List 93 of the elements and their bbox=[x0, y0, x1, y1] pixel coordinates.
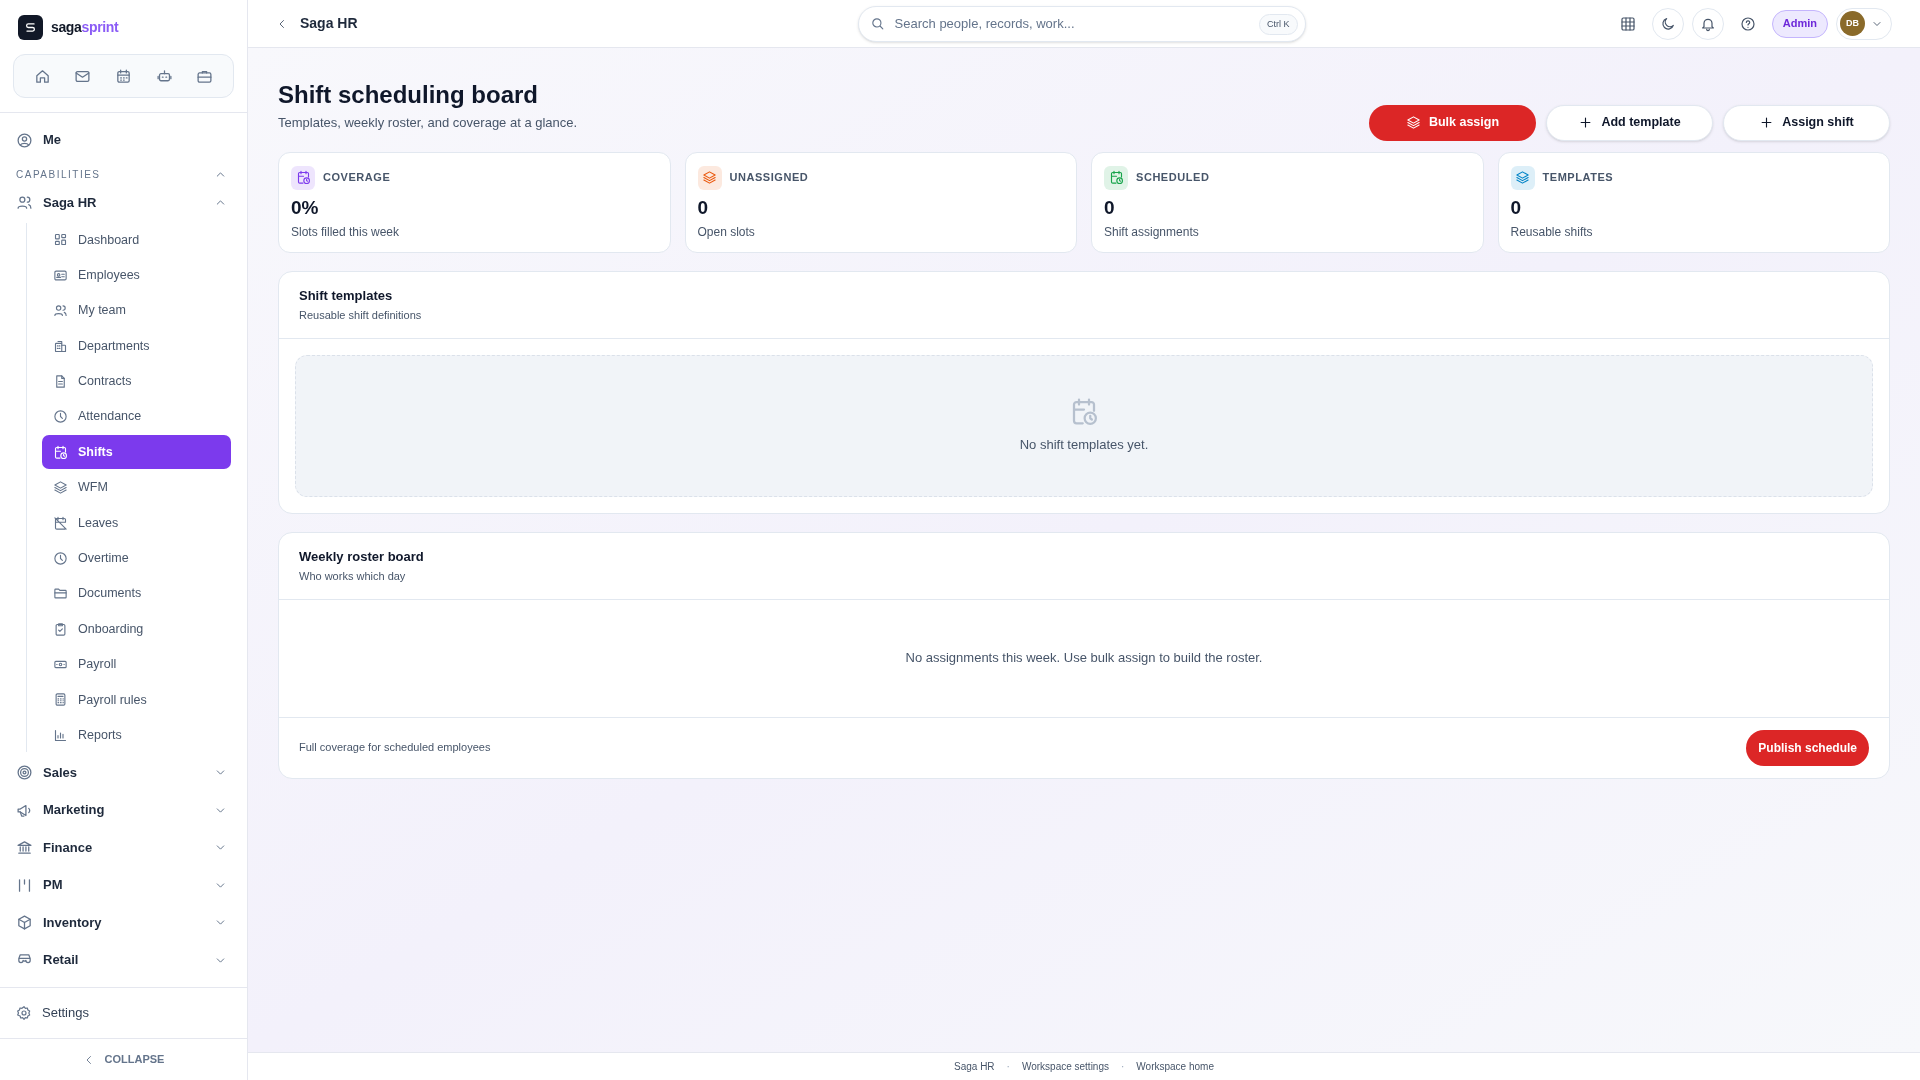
footer-link[interactable]: Workspace home bbox=[1136, 1059, 1214, 1074]
calendar-clock-icon bbox=[295, 170, 311, 185]
nav-group[interactable]: Sales bbox=[16, 753, 231, 792]
nav-item[interactable]: Onboarding bbox=[42, 612, 231, 647]
nav-item[interactable]: Attendance bbox=[42, 399, 231, 434]
stat-caption: Open slots bbox=[697, 223, 756, 241]
document-icon bbox=[53, 373, 68, 389]
nav-item[interactable]: Dashboard bbox=[42, 222, 231, 257]
home-icon bbox=[33, 67, 51, 85]
help-icon bbox=[1739, 15, 1756, 32]
footer-link[interactable]: Workspace settings bbox=[1021, 1059, 1109, 1074]
collapse-button[interactable]: COLLAPSE bbox=[0, 1038, 247, 1080]
action-button[interactable]: Bulk assign bbox=[1369, 104, 1536, 141]
card-subtitle: Reusable shift definitions bbox=[299, 308, 423, 323]
settings-icon bbox=[16, 1005, 32, 1021]
settings-link[interactable]: Settings bbox=[0, 988, 247, 1038]
breadcrumb-title: Saga HR bbox=[300, 14, 358, 33]
stat-value: 0 bbox=[1104, 195, 1116, 220]
plus-icon bbox=[1759, 115, 1775, 130]
nav-group[interactable]: Retail bbox=[16, 941, 231, 979]
empty-message: No assignments this week. Use bulk assign to build the roster. bbox=[905, 649, 1263, 668]
users-icon bbox=[16, 194, 33, 212]
id-card-icon bbox=[53, 267, 68, 283]
nav-item[interactable]: WFM bbox=[42, 470, 231, 505]
page-subtitle: Templates, weekly roster, and coverage at a glance. bbox=[278, 114, 578, 132]
nav-item[interactable]: Documents bbox=[42, 576, 231, 611]
clipboard-icon bbox=[53, 621, 68, 637]
building-icon bbox=[53, 338, 68, 354]
nav-group[interactable]: Marketing bbox=[16, 791, 231, 829]
card-title: Weekly roster board bbox=[299, 547, 425, 566]
action-button[interactable]: Assign shift bbox=[1723, 104, 1890, 141]
section-toggle[interactable]: CAPABILITIES bbox=[16, 164, 231, 184]
nav-item[interactable]: Overtime bbox=[42, 541, 231, 576]
nav-item[interactable]: Employees bbox=[42, 258, 231, 293]
publish-button[interactable]: Publish schedule bbox=[1746, 729, 1869, 766]
empty-message: No shift templates yet. bbox=[1019, 435, 1149, 454]
clock-icon bbox=[53, 409, 68, 425]
bank-icon bbox=[16, 839, 33, 856]
calculator-icon bbox=[53, 692, 68, 708]
nav-group[interactable]: Inventory bbox=[16, 903, 231, 942]
nav-item[interactable]: Leaves bbox=[42, 506, 231, 540]
stat-value: 0 bbox=[697, 195, 710, 220]
page-title: Shift scheduling board bbox=[278, 80, 539, 110]
nav-item[interactable]: Contracts bbox=[42, 364, 231, 399]
stat-label: UNASSIGNED bbox=[729, 170, 809, 186]
brand-name: sagasprint bbox=[51, 17, 119, 37]
nav-item[interactable]: My team bbox=[42, 293, 231, 328]
stat-label: SCHEDULED bbox=[1136, 170, 1210, 186]
calendar-clock-icon bbox=[1108, 170, 1124, 185]
calendar-clock-icon bbox=[53, 444, 68, 460]
moon-icon bbox=[1659, 15, 1676, 32]
nav-group[interactable]: Saga HR bbox=[16, 184, 231, 222]
clock-icon bbox=[53, 550, 68, 566]
stat-value: 0 bbox=[1510, 195, 1523, 220]
card-title: Shift templates bbox=[299, 286, 394, 305]
card-subtitle: Who works which day bbox=[299, 569, 407, 584]
layers-icon bbox=[53, 480, 68, 496]
stat-caption: Slots filled this week bbox=[291, 223, 401, 241]
layers-icon bbox=[1405, 115, 1421, 130]
me-link[interactable]: Me bbox=[16, 128, 231, 152]
action-button[interactable]: Add template bbox=[1546, 104, 1713, 141]
nav-item[interactable]: Shifts bbox=[42, 435, 231, 470]
nav-group[interactable]: PM bbox=[16, 866, 231, 904]
folder-icon bbox=[53, 586, 68, 602]
layers-icon bbox=[1515, 170, 1530, 185]
footer-note: Full coverage for scheduled employees bbox=[299, 740, 491, 756]
user-icon bbox=[16, 131, 33, 149]
bar-chart-icon bbox=[53, 727, 68, 743]
package-icon bbox=[16, 914, 33, 931]
footer-link[interactable]: Saga HR bbox=[954, 1059, 995, 1074]
stat-caption: Reusable shifts bbox=[1510, 223, 1594, 241]
layers-icon bbox=[702, 170, 717, 185]
plus-icon bbox=[1578, 115, 1594, 130]
stat-caption: Shift assignments bbox=[1104, 223, 1200, 241]
calendar-off-icon bbox=[53, 515, 68, 531]
search-icon bbox=[869, 15, 885, 31]
target-icon bbox=[16, 764, 33, 781]
separator-dot: · bbox=[1006, 1060, 1010, 1074]
calendar-icon bbox=[115, 67, 132, 85]
nav-item[interactable]: Departments bbox=[42, 329, 231, 364]
role-badge: Admin bbox=[1771, 9, 1828, 38]
columns-icon bbox=[16, 876, 33, 894]
stat-label: COVERAGE bbox=[323, 170, 391, 186]
dashboard-icon bbox=[53, 232, 68, 248]
nav-item[interactable]: Payroll rules bbox=[42, 682, 231, 717]
separator-dot: · bbox=[1121, 1060, 1125, 1074]
stat-value: 0% bbox=[291, 195, 320, 220]
users-icon bbox=[53, 303, 68, 319]
nav-item[interactable]: Payroll bbox=[42, 647, 231, 682]
nav-group[interactable]: Finance bbox=[16, 828, 231, 867]
stat-label: TEMPLATES bbox=[1542, 170, 1614, 186]
nav-item[interactable]: Reports bbox=[42, 718, 231, 753]
avatar: DB bbox=[1840, 11, 1865, 36]
